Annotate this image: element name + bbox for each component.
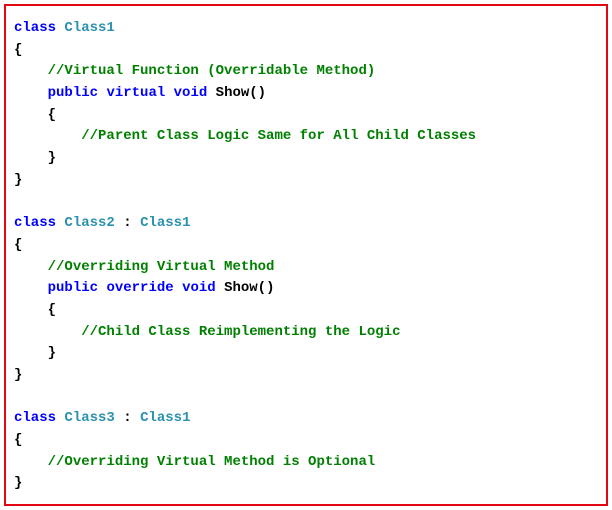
code-line: } [14, 473, 598, 495]
brace: } [48, 345, 56, 361]
code-line: } [14, 343, 598, 365]
code-line: //Virtual Function (Overridable Method) [14, 61, 598, 83]
indent [14, 63, 48, 79]
keyword-class: class [14, 215, 56, 231]
code-line: } [14, 365, 598, 387]
indent [14, 259, 48, 275]
code-line: { [14, 40, 598, 62]
space [216, 280, 224, 296]
indent [14, 302, 48, 318]
code-line: public virtual void Show() [14, 83, 598, 105]
blank-line [14, 387, 598, 409]
comment: //Virtual Function (Overridable Method) [48, 63, 376, 79]
base-class-name: Class1 [140, 215, 190, 231]
class-name: Class3 [64, 410, 114, 426]
indent [14, 454, 48, 470]
code-line: //Parent Class Logic Same for All Child … [14, 126, 598, 148]
space [174, 280, 182, 296]
keyword-void: void [182, 280, 216, 296]
indent [14, 280, 48, 296]
code-line: class Class1 [14, 18, 598, 40]
method-name: Show() [216, 85, 266, 101]
inherit-separator: : [115, 215, 140, 231]
code-line: { [14, 300, 598, 322]
inherit-separator: : [115, 410, 140, 426]
indent [14, 345, 48, 361]
comment: //Overriding Virtual Method is Optional [48, 454, 376, 470]
brace: { [48, 107, 56, 123]
class-name: Class1 [64, 20, 114, 36]
indent [14, 128, 81, 144]
keyword-virtual: virtual [106, 85, 165, 101]
code-line: //Overriding Virtual Method [14, 257, 598, 279]
base-class-name: Class1 [140, 410, 190, 426]
indent [14, 324, 81, 340]
keyword-public: public [48, 85, 98, 101]
class-name: Class2 [64, 215, 114, 231]
code-line: { [14, 430, 598, 452]
method-name: Show() [224, 280, 274, 296]
code-line: } [14, 148, 598, 170]
comment: //Overriding Virtual Method [48, 259, 275, 275]
keyword-public: public [48, 280, 98, 296]
code-line: //Overriding Virtual Method is Optional [14, 452, 598, 474]
code-line: class Class3 : Class1 [14, 408, 598, 430]
code-line: { [14, 235, 598, 257]
keyword-override: override [106, 280, 173, 296]
indent [14, 150, 48, 166]
code-block: class Class1 { //Virtual Function (Overr… [4, 4, 608, 506]
brace: } [48, 150, 56, 166]
comment: //Parent Class Logic Same for All Child … [81, 128, 476, 144]
code-line: //Child Class Reimplementing the Logic [14, 322, 598, 344]
code-line: public override void Show() [14, 278, 598, 300]
indent [14, 107, 48, 123]
code-line: } [14, 170, 598, 192]
blank-line [14, 192, 598, 214]
space [165, 85, 173, 101]
keyword-class: class [14, 20, 56, 36]
indent [14, 85, 48, 101]
brace: { [48, 302, 56, 318]
comment: //Child Class Reimplementing the Logic [81, 324, 400, 340]
code-line: class Class2 : Class1 [14, 213, 598, 235]
code-line: { [14, 105, 598, 127]
space [207, 85, 215, 101]
keyword-class: class [14, 410, 56, 426]
keyword-void: void [174, 85, 208, 101]
